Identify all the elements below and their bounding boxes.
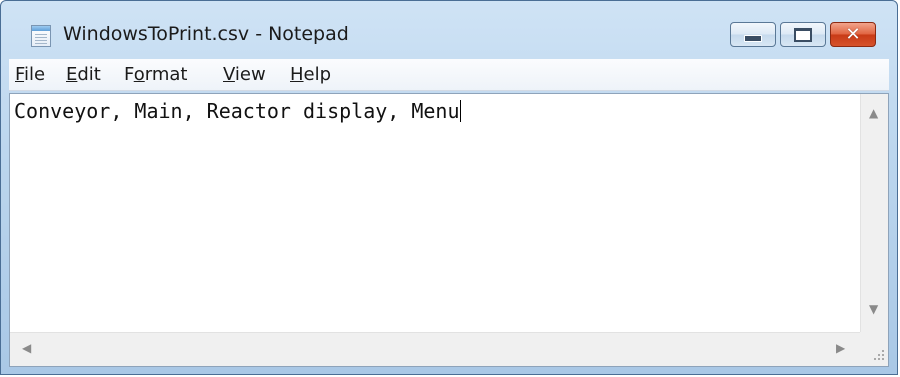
minimize-button[interactable] [730, 22, 776, 47]
menu-edit[interactable]: Edit [66, 64, 101, 86]
maximize-icon [794, 27, 812, 42]
menu-format[interactable]: Format [124, 64, 187, 86]
close-icon: ✕ [845, 23, 861, 45]
notepad-icon[interactable] [31, 25, 51, 47]
minimize-icon [744, 35, 762, 42]
text-caret [459, 100, 461, 122]
maximize-button[interactable] [780, 22, 826, 47]
close-button[interactable]: ✕ [830, 22, 876, 47]
scroll-right-icon[interactable]: ▶ [836, 341, 845, 355]
editor-content: Conveyor, Main, Reactor display, Menu [14, 99, 460, 123]
vertical-scrollbar[interactable]: ▲ ▼ [860, 94, 888, 332]
scroll-down-icon[interactable]: ▼ [869, 302, 878, 316]
scroll-up-icon[interactable]: ▲ [869, 106, 878, 120]
menu-help[interactable]: Help [290, 64, 331, 86]
menu-bar: File Edit Format View Help [9, 59, 889, 91]
title-bar[interactable]: WindowsToPrint.csv - Notepad ✕ [1, 1, 897, 57]
notepad-window: WindowsToPrint.csv - Notepad ✕ File Edit… [0, 0, 898, 375]
editor-text-area[interactable]: Conveyor, Main, Reactor display, Menu [14, 98, 854, 332]
resize-grip-icon[interactable] [860, 332, 888, 366]
scroll-left-icon[interactable]: ◀ [22, 341, 31, 355]
horizontal-scrollbar[interactable]: ◀ ▶ [10, 332, 860, 366]
menu-view[interactable]: View [223, 64, 266, 86]
menu-file[interactable]: File [15, 64, 45, 86]
text-editor[interactable]: Conveyor, Main, Reactor display, Menu ▲ … [9, 93, 889, 367]
window-title: WindowsToPrint.csv - Notepad [63, 23, 349, 45]
